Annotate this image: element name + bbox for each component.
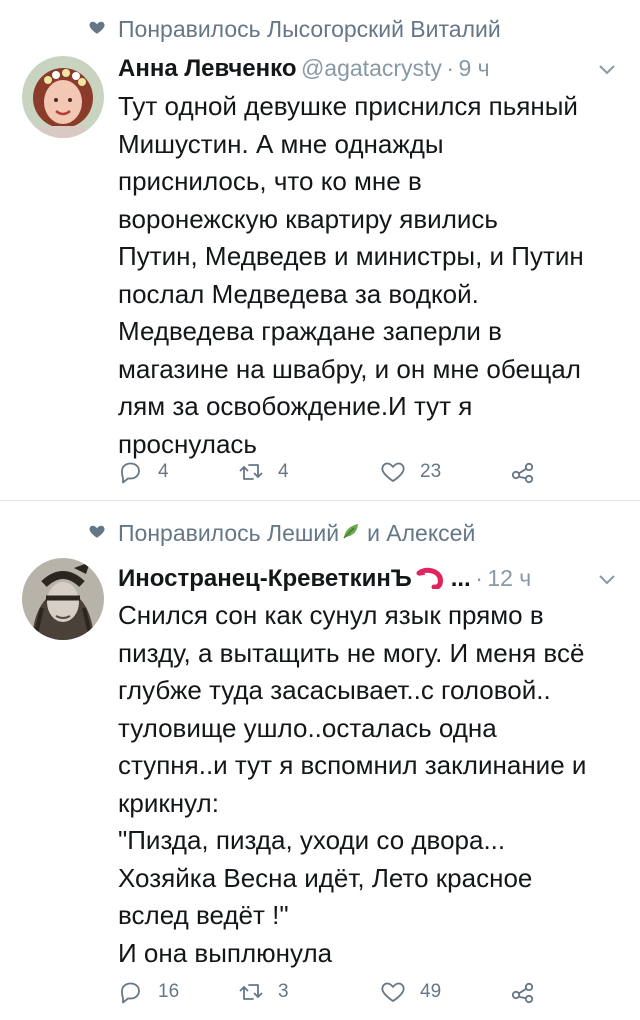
- avatar[interactable]: [22, 56, 104, 138]
- author-name[interactable]: Анна Левченко: [118, 55, 297, 82]
- share-icon: [511, 462, 534, 484]
- chevron-down-icon[interactable]: [598, 574, 616, 586]
- like-button[interactable]: 49: [380, 978, 441, 1006]
- reply-button[interactable]: 4: [118, 458, 169, 486]
- shrimp-icon: [416, 567, 444, 589]
- retweet-icon: [239, 984, 263, 1000]
- retweet-icon: [239, 464, 263, 480]
- tweet-time[interactable]: 9 ч: [459, 55, 490, 81]
- name-ellipsis: ...: [450, 565, 471, 592]
- share-icon: [511, 982, 534, 1004]
- social-context: Понравилось Леший и Алексей: [0, 516, 640, 546]
- chevron-down-icon[interactable]: [598, 64, 616, 76]
- avatar-image: [22, 558, 104, 640]
- separator-dot: ·: [446, 55, 455, 81]
- share-button[interactable]: [510, 978, 536, 1006]
- heart-icon: [89, 525, 105, 538]
- leaf-icon: [343, 524, 359, 539]
- reply-icon: [121, 462, 140, 484]
- tweet-text: Снился сон как сунул язык прямо в пизду,…: [118, 600, 587, 968]
- tweet[interactable]: Понравилось Лысогорский Виталий Анна Лев…: [0, 0, 640, 500]
- retweet-button[interactable]: 4: [238, 458, 289, 486]
- tweet-header: Анна Левченко @agatacrysty · 9 ч: [118, 52, 618, 84]
- tweet-header: Иностранец-КреветкинЪ ... · 12 ч: [118, 562, 618, 594]
- tweet-text: Тут одной девушке приснился пьяный Мишус…: [118, 91, 584, 459]
- like-count: 23: [420, 461, 442, 482]
- social-context-text: Понравилось Лысогорский Виталий: [118, 15, 501, 42]
- reply-count: 4: [158, 461, 169, 482]
- like-button[interactable]: 23: [380, 458, 441, 486]
- tweet[interactable]: Понравилось Леший и Алексей Иностранец-К…: [0, 500, 640, 1020]
- reply-button[interactable]: 16: [118, 978, 179, 1006]
- social-context-text: Понравилось Леший: [118, 519, 340, 546]
- retweet-count: 3: [278, 981, 289, 1002]
- avatar[interactable]: [22, 558, 104, 640]
- tweet-actions: 16 3 49: [118, 978, 538, 1006]
- avatar-image: [22, 56, 104, 138]
- tweet-time[interactable]: 12 ч: [487, 565, 531, 591]
- social-context-text-2: и Алексей: [367, 519, 476, 546]
- like-count: 49: [420, 981, 442, 1002]
- retweet-button[interactable]: 3: [238, 978, 289, 1006]
- social-context: Понравилось Лысогорский Виталий: [0, 12, 640, 42]
- author-handle[interactable]: @agatacrysty: [301, 55, 442, 81]
- separator-dot: ·: [475, 565, 483, 591]
- author-name[interactable]: Иностранец-КреветкинЪ: [118, 565, 412, 592]
- heart-icon: [89, 21, 105, 34]
- reply-icon: [121, 982, 140, 1004]
- tweet-actions: 4 4 23: [118, 458, 538, 486]
- reply-count: 16: [158, 981, 180, 1002]
- retweet-count: 4: [278, 461, 289, 482]
- share-button[interactable]: [510, 458, 536, 486]
- like-icon: [381, 462, 405, 482]
- like-icon: [381, 982, 405, 1002]
